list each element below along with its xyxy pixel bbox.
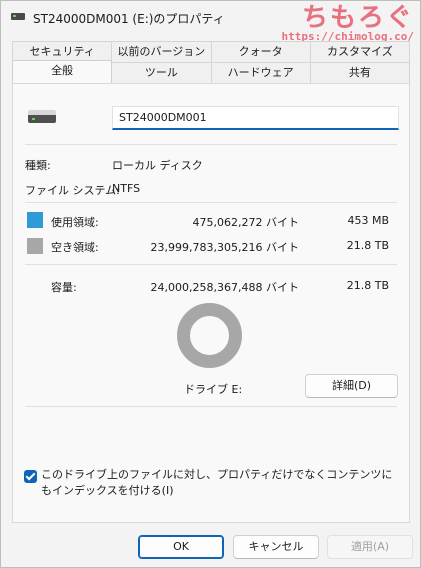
tab-tools[interactable]: ツール [112, 62, 212, 83]
divider [25, 202, 397, 203]
details-button[interactable]: 詳細(D) [305, 374, 398, 398]
drive-name-input[interactable] [112, 106, 399, 130]
window-title: ST24000DM001 (E:)のプロパティ [33, 12, 225, 26]
type-value: ローカル ディスク [112, 159, 203, 172]
ok-button[interactable]: OK [138, 535, 224, 559]
free-space-size: 21.8 TB [346, 239, 389, 252]
used-space-size: 453 MB [347, 214, 389, 227]
divider [25, 406, 397, 407]
index-content-checkbox[interactable] [24, 470, 37, 483]
watermark: ちもろぐ https://chimolog.co/ [282, 3, 414, 42]
used-space-label: 使用領域: [51, 216, 99, 229]
drive-icon [28, 110, 56, 124]
general-panel: 種類: ローカル ディスク ファイル システム: NTFS 使用領域: 475,… [12, 83, 410, 523]
filesystem-value: NTFS [112, 182, 141, 195]
tab-row-front: 全般 ツール ハードウェア 共有 [12, 60, 410, 83]
drive-letter-label: ドライブ E: [184, 383, 243, 396]
free-space-swatch [27, 238, 43, 254]
tab-row-back: セキュリティ 以前のバージョン クォータ カスタマイズ [12, 41, 410, 62]
capacity-size: 21.8 TB [346, 279, 389, 292]
apply-button[interactable]: 適用(A) [327, 535, 413, 559]
watermark-logo: ちもろぐ [301, 3, 414, 33]
used-space-swatch [27, 212, 43, 228]
divider [25, 144, 397, 145]
divider [25, 264, 397, 265]
tab-quota[interactable]: クォータ [211, 41, 311, 62]
tab-previous-versions[interactable]: 以前のバージョン [112, 41, 212, 62]
used-space-bytes: 475,062,272 バイト [192, 216, 299, 229]
tab-hardware[interactable]: ハードウェア [211, 62, 311, 83]
tab-general[interactable]: 全般 [12, 60, 113, 83]
capacity-label: 容量: [51, 281, 77, 294]
index-content-label: このドライブ上のファイルに対し、プロパティだけでなくコンテンツにもインデックスを… [41, 468, 393, 497]
free-space-bytes: 23,999,783,305,216 バイト [150, 241, 299, 254]
properties-window: ST24000DM001 (E:)のプロパティ ちもろぐ https://chi… [0, 0, 421, 568]
tab-security[interactable]: セキュリティ [12, 41, 113, 62]
drive-title-icon [11, 13, 25, 20]
cancel-button[interactable]: キャンセル [233, 535, 319, 559]
usage-donut-chart [177, 303, 242, 368]
tab-sharing[interactable]: 共有 [310, 62, 410, 83]
title-bar: ST24000DM001 (E:)のプロパティ ちもろぐ https://chi… [1, 1, 420, 42]
free-space-ring [177, 303, 242, 368]
free-space-label: 空き領域: [51, 241, 99, 254]
filesystem-label: ファイル システム: [25, 184, 120, 197]
capacity-bytes: 24,000,258,367,488 バイト [150, 281, 299, 294]
type-label: 種類: [25, 159, 51, 172]
tab-customize[interactable]: カスタマイズ [310, 41, 410, 62]
